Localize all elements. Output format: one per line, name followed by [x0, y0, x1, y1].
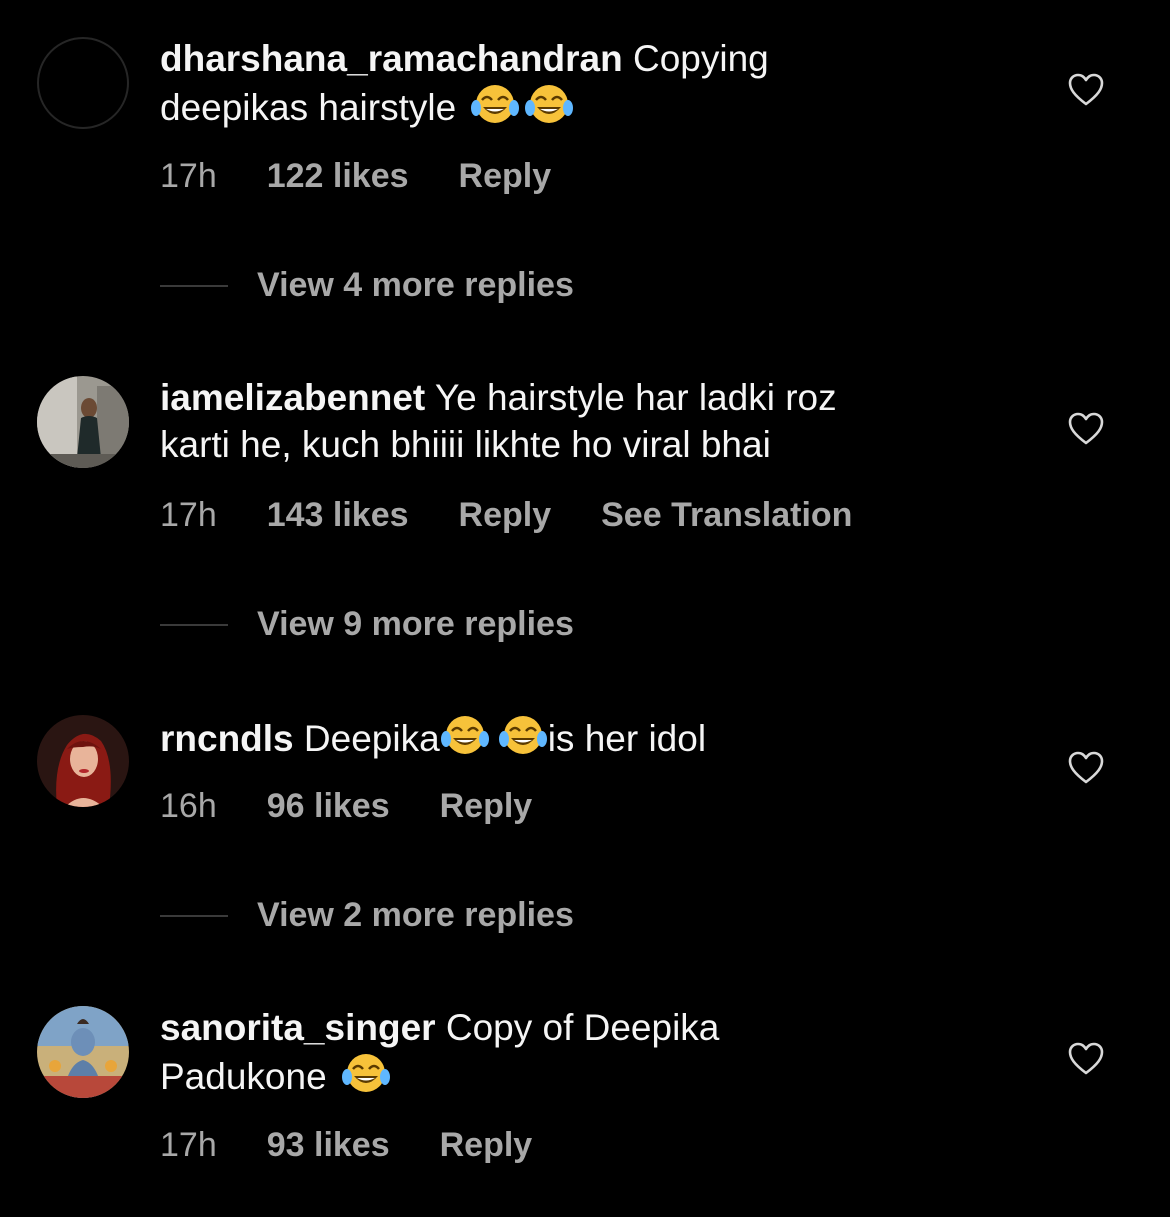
view-replies-label[interactable]: View 4 more replies [257, 265, 574, 305]
comment-time: 16h [160, 787, 217, 825]
tears-of-joy-emoji-icon [440, 713, 490, 757]
comment-time: 17h [160, 1126, 217, 1164]
comment-body: dharshana_ramachandran Copying deepikas … [160, 35, 1020, 131]
reply-button[interactable]: Reply [459, 495, 552, 535]
comment-body: rncndls Deepika is her idol [160, 713, 1020, 762]
comment-text: deepikas hairstyle [160, 87, 457, 128]
avatar[interactable] [37, 715, 129, 807]
comment-text: Copy of Deepika [445, 1007, 720, 1048]
tears-of-joy-emoji-icon [498, 713, 548, 757]
heart-outline-icon[interactable] [1068, 751, 1104, 785]
reply-button[interactable]: Reply [440, 786, 533, 826]
comment-time: 17h [160, 496, 217, 534]
divider [160, 285, 228, 287]
avatar[interactable] [37, 376, 129, 468]
divider [160, 624, 228, 626]
likes-count[interactable]: 96 likes [267, 786, 390, 826]
avatar[interactable] [37, 1006, 129, 1098]
likes-count[interactable]: 93 likes [267, 1125, 390, 1165]
comment-text: is her idol [547, 718, 707, 759]
comment-username[interactable]: dharshana_ramachandran [160, 38, 623, 79]
comment-body: iamelizabennet Ye hairstyle har ladki ro… [160, 374, 1020, 468]
comment-meta: 17h 93 likes Reply [160, 1125, 582, 1165]
reply-button[interactable]: Reply [459, 156, 552, 196]
comment-text: Deepika [303, 718, 440, 759]
likes-count[interactable]: 143 likes [267, 495, 409, 535]
tears-of-joy-emoji-icon [341, 1051, 391, 1095]
heart-outline-icon[interactable] [1068, 412, 1104, 446]
view-replies-label[interactable]: View 2 more replies [257, 895, 574, 935]
comment-text: Padukone [160, 1056, 327, 1097]
likes-count[interactable]: 122 likes [267, 156, 409, 196]
see-translation-button[interactable]: See Translation [601, 495, 852, 535]
comment-meta: 17h 143 likes Reply See Translation [160, 495, 852, 535]
comment-body: sanorita_singer Copy of Deepika Padukone [160, 1004, 1020, 1100]
comment-text: karti he, kuch bhiiii likhte ho viral bh… [160, 424, 771, 465]
comment-text: Ye hairstyle har ladki roz [434, 377, 837, 418]
heart-outline-icon[interactable] [1068, 1042, 1104, 1076]
comment-username[interactable]: sanorita_singer [160, 1007, 436, 1048]
avatar[interactable] [37, 37, 129, 129]
comment-meta: 16h 96 likes Reply [160, 786, 582, 826]
comment-time: 17h [160, 157, 217, 195]
tears-of-joy-emoji-icon [470, 82, 520, 126]
divider [160, 915, 228, 917]
comment-username[interactable]: rncndls [160, 718, 294, 759]
reply-button[interactable]: Reply [440, 1125, 533, 1165]
comment-meta: 17h 122 likes Reply [160, 156, 601, 196]
view-replies-label[interactable]: View 9 more replies [257, 604, 574, 644]
comment-text: Copying [632, 38, 769, 79]
comment-username[interactable]: iamelizabennet [160, 377, 425, 418]
heart-outline-icon[interactable] [1068, 73, 1104, 107]
tears-of-joy-emoji-icon [524, 82, 574, 126]
